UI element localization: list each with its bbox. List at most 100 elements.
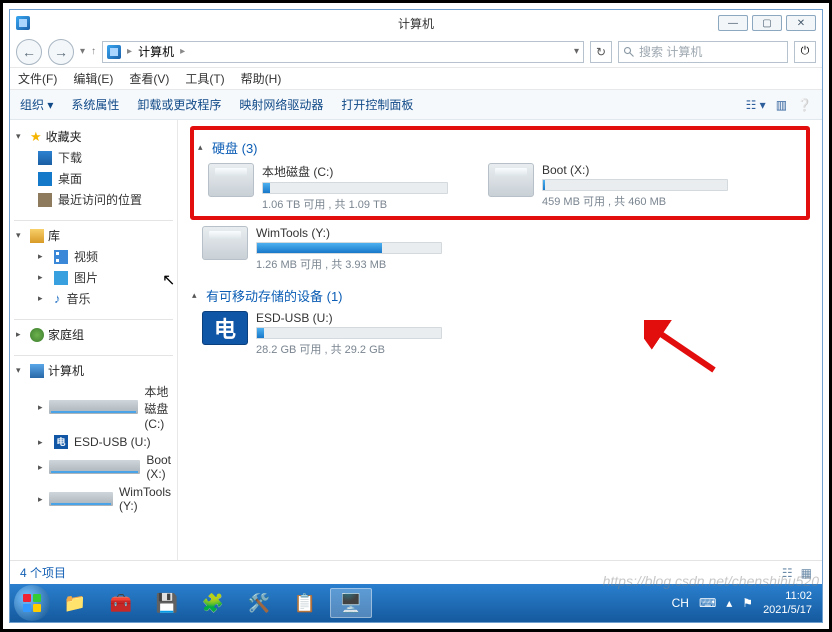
- status-bar: 4 个项目 ☷ ▦: [10, 560, 822, 584]
- task-app[interactable]: 💾: [146, 588, 188, 618]
- ime-indicator[interactable]: CH: [672, 596, 689, 610]
- usb-icon: 电: [54, 435, 68, 449]
- sidebar-music[interactable]: ▸♪音乐: [14, 288, 173, 309]
- drive-u[interactable]: ESD-USB (U:) 28.2 GB 可用 , 共 29.2 GB: [202, 311, 442, 357]
- drive-x[interactable]: Boot (X:) 459 MB 可用 , 共 460 MB: [488, 163, 728, 212]
- system-tray: CH ⌨ ▴ ⚑ 11:02 2021/5/17: [672, 589, 818, 617]
- address-dropdown[interactable]: ▾: [574, 46, 579, 57]
- maximize-button[interactable]: ▢: [752, 15, 782, 31]
- computer-icon: [107, 45, 121, 59]
- usb-drive-icon: [202, 311, 248, 345]
- drive-y[interactable]: WimTools (Y:) 1.26 MB 可用 , 共 3.93 MB: [202, 226, 442, 272]
- taskbar: 📁 🧰 💾 🧩 🛠️ 📋 🖥️ CH ⌨ ▴ ⚑ 11:02 2021/5/17: [10, 584, 822, 622]
- sidebar-desktop[interactable]: 桌面: [14, 168, 173, 189]
- refresh-button[interactable]: ↻: [590, 41, 612, 63]
- task-app[interactable]: 🧰: [100, 588, 142, 618]
- usage-bar: [262, 182, 448, 194]
- drive-label: 本地磁盘 (C:): [262, 163, 448, 180]
- sidebar-pictures[interactable]: ▸图片: [14, 267, 173, 288]
- homegroup-icon: [30, 328, 44, 342]
- drive-label: ESD-USB (U:): [256, 311, 442, 325]
- search-input[interactable]: 搜索 计算机: [618, 41, 788, 63]
- computer-icon: [30, 364, 44, 378]
- drive-icon: [202, 226, 248, 260]
- preview-pane-button[interactable]: ▥: [776, 98, 787, 112]
- tiles-view-icon[interactable]: ▦: [801, 566, 812, 580]
- task-computer-active[interactable]: 🖥️: [330, 588, 372, 618]
- close-button[interactable]: ✕: [786, 15, 816, 31]
- clock[interactable]: 11:02 2021/5/17: [763, 589, 812, 617]
- sidebar-favorites[interactable]: ▾★收藏夹: [14, 126, 173, 147]
- task-app[interactable]: 📋: [284, 588, 326, 618]
- sidebar-recent[interactable]: 最近访问的位置: [14, 189, 173, 210]
- titlebar: 计算机 — ▢ ✕: [10, 10, 822, 36]
- sidebar-homegroup[interactable]: ▸家庭组: [14, 324, 173, 345]
- task-app[interactable]: 🛠️: [238, 588, 280, 618]
- view-mode-button[interactable]: ☷ ▾: [746, 98, 766, 112]
- section-removable[interactable]: ▴有可移动存储的设备 (1): [192, 286, 808, 305]
- drive-stat: 1.26 MB 可用 , 共 3.93 MB: [256, 256, 442, 272]
- organize-button[interactable]: 组织 ▾: [20, 96, 53, 113]
- menu-help[interactable]: 帮助(H): [241, 70, 282, 87]
- computer-icon: [16, 16, 30, 30]
- drive-label: WimTools (Y:): [256, 226, 442, 240]
- details-view-icon[interactable]: ☷: [782, 566, 793, 580]
- sidebar-video[interactable]: ▸视频: [14, 246, 173, 267]
- forward-button[interactable]: →: [48, 39, 74, 65]
- map-netdrive-button[interactable]: 映射网络驱动器: [239, 96, 323, 113]
- windows-logo-icon: [23, 594, 41, 612]
- highlight-box: ▴硬盘 (3) 本地磁盘 (C:) 1.06 TB 可用 , 共 1.09 TB: [192, 128, 808, 218]
- toolbar: 组织 ▾ 系统属性 卸载或更改程序 映射网络驱动器 打开控制面板 ☷ ▾ ▥ ❔: [10, 90, 822, 120]
- tray-chevron[interactable]: ▴: [726, 596, 732, 610]
- sidebar-drive-u[interactable]: ▸电ESD-USB (U:): [14, 433, 173, 451]
- search-placeholder: 搜索 计算机: [639, 43, 702, 60]
- menu-file[interactable]: 文件(F): [18, 70, 57, 87]
- usage-bar: [256, 327, 442, 339]
- up-button[interactable]: ↑: [91, 46, 96, 57]
- drive-icon: [49, 400, 139, 414]
- sidebar-library[interactable]: ▾库: [14, 225, 173, 246]
- task-app[interactable]: 🧩: [192, 588, 234, 618]
- task-explorer[interactable]: 📁: [54, 588, 96, 618]
- sidebar-drive-y[interactable]: ▸WimTools (Y:): [14, 483, 173, 515]
- back-button[interactable]: ←: [16, 39, 42, 65]
- control-panel-button[interactable]: 打开控制面板: [341, 96, 413, 113]
- recent-icon: [38, 193, 52, 207]
- navbar: ← → ▾ ↑ ▸ 计算机 ▸ ▾ ↻ 搜索 计算机 ⏻: [10, 36, 822, 68]
- music-icon: ♪: [54, 292, 61, 306]
- drive-icon: [49, 492, 113, 506]
- drive-stat: 28.2 GB 可用 , 共 29.2 GB: [256, 341, 442, 357]
- action-center-icon[interactable]: ⚑: [742, 596, 753, 610]
- search-icon: [623, 46, 635, 58]
- start-button[interactable]: [14, 585, 50, 621]
- sidebar-computer[interactable]: ▾计算机: [14, 360, 173, 381]
- sidebar-downloads[interactable]: 下载: [14, 147, 173, 168]
- history-dropdown[interactable]: ▾: [80, 46, 85, 57]
- uninstall-button[interactable]: 卸载或更改程序: [137, 96, 221, 113]
- breadcrumb-sep: ▸: [127, 46, 132, 57]
- keyboard-icon[interactable]: ⌨: [699, 596, 716, 610]
- drive-icon: [49, 460, 141, 474]
- desktop-icon: [38, 172, 52, 186]
- star-icon: ★: [30, 129, 42, 145]
- drive-c[interactable]: 本地磁盘 (C:) 1.06 TB 可用 , 共 1.09 TB: [208, 163, 448, 212]
- drive-icon: [208, 163, 254, 197]
- usage-bar: [542, 179, 728, 191]
- menu-tools[interactable]: 工具(T): [185, 70, 224, 87]
- window-title: 计算机: [398, 15, 434, 32]
- menu-edit[interactable]: 编辑(E): [73, 70, 113, 87]
- drive-icon: [488, 163, 534, 197]
- sidebar-drive-x[interactable]: ▸Boot (X:): [14, 451, 173, 483]
- help-button[interactable]: ❔: [797, 98, 812, 112]
- minimize-button[interactable]: —: [718, 15, 748, 31]
- address-bar[interactable]: ▸ 计算机 ▸ ▾: [102, 41, 584, 63]
- power-button[interactable]: ⏻: [794, 41, 816, 63]
- video-icon: [54, 250, 68, 264]
- menu-view[interactable]: 查看(V): [129, 70, 169, 87]
- usage-bar: [256, 242, 442, 254]
- system-properties-button[interactable]: 系统属性: [71, 96, 119, 113]
- breadcrumb-computer[interactable]: 计算机: [138, 43, 174, 60]
- drive-stat: 1.06 TB 可用 , 共 1.09 TB: [262, 196, 448, 212]
- sidebar-drive-c[interactable]: ▸本地磁盘 (C:): [14, 381, 173, 433]
- section-hdd[interactable]: ▴硬盘 (3): [198, 138, 802, 157]
